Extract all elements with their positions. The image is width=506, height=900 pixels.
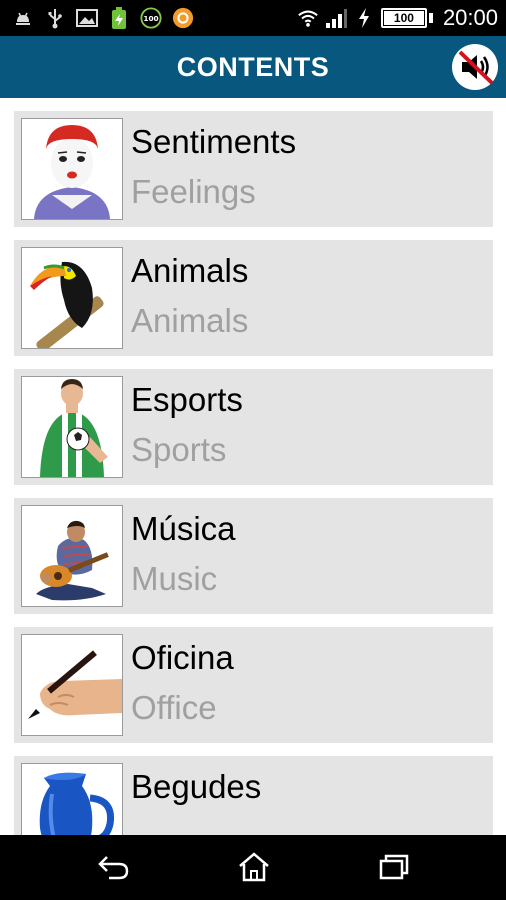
- item-subtitle: Music: [131, 560, 218, 597]
- item-title: Animals: [131, 252, 249, 289]
- item-title: Begudes: [131, 768, 262, 805]
- app-orange-icon: [172, 7, 194, 29]
- page-title: CONTENTS: [176, 52, 330, 82]
- mime-face-image: [21, 118, 123, 220]
- navigation-bar: [0, 835, 506, 900]
- back-button[interactable]: [94, 849, 134, 885]
- home-button[interactable]: [234, 849, 274, 885]
- item-title: Música: [131, 510, 236, 547]
- item-title: Oficina: [131, 639, 234, 676]
- home-icon: [239, 852, 269, 882]
- list-item-sentiments[interactable]: Sentiments Feelings: [14, 111, 493, 227]
- contents-list: Sentiments Feelings Animals Animals Espo…: [0, 98, 506, 835]
- notification-icons: 100: [12, 6, 194, 30]
- image-icon: [76, 7, 98, 29]
- item-subtitle: Feelings: [131, 173, 256, 210]
- list-item-begudes[interactable]: Begudes: [14, 756, 493, 835]
- item-subtitle: Office: [131, 689, 217, 726]
- list-item-animals[interactable]: Animals Animals: [14, 240, 493, 356]
- android-debug-icon: [12, 7, 34, 29]
- back-icon: [98, 856, 129, 880]
- usb-icon: [44, 7, 66, 29]
- list-item-oficina[interactable]: Oficina Office: [14, 627, 493, 743]
- status-bar: 100 100 20:00: [0, 0, 506, 36]
- battery-icon: 100: [380, 8, 427, 28]
- guitarist-image: [21, 505, 123, 607]
- speaker-muted-icon: [458, 50, 494, 85]
- item-subtitle: Animals: [131, 302, 249, 339]
- blue-jug-image: [21, 763, 123, 835]
- status-time: 20:00: [442, 5, 498, 30]
- signal-icon: [325, 7, 347, 29]
- item-title: Sentiments: [131, 123, 297, 160]
- hand-pen-image: [21, 634, 123, 736]
- item-subtitle: Sports: [131, 431, 227, 468]
- soccer-player-image: [21, 376, 123, 478]
- list-item-musica[interactable]: Música Music: [14, 498, 493, 614]
- battery-app-icon: [108, 7, 130, 29]
- list-item-esports[interactable]: Esports Sports: [14, 369, 493, 485]
- battery-level: 100: [393, 11, 414, 25]
- recents-button[interactable]: [374, 849, 414, 885]
- recents-icon: [379, 854, 409, 880]
- charging-icon: [353, 7, 375, 29]
- toucan-image: [21, 247, 123, 349]
- wifi-icon: [297, 7, 319, 29]
- mute-button[interactable]: [452, 44, 498, 90]
- svg-text:100: 100: [143, 14, 158, 23]
- item-title: Esports: [131, 381, 243, 418]
- 100-badge-icon: 100: [140, 7, 162, 29]
- app-header: CONTENTS: [0, 36, 506, 98]
